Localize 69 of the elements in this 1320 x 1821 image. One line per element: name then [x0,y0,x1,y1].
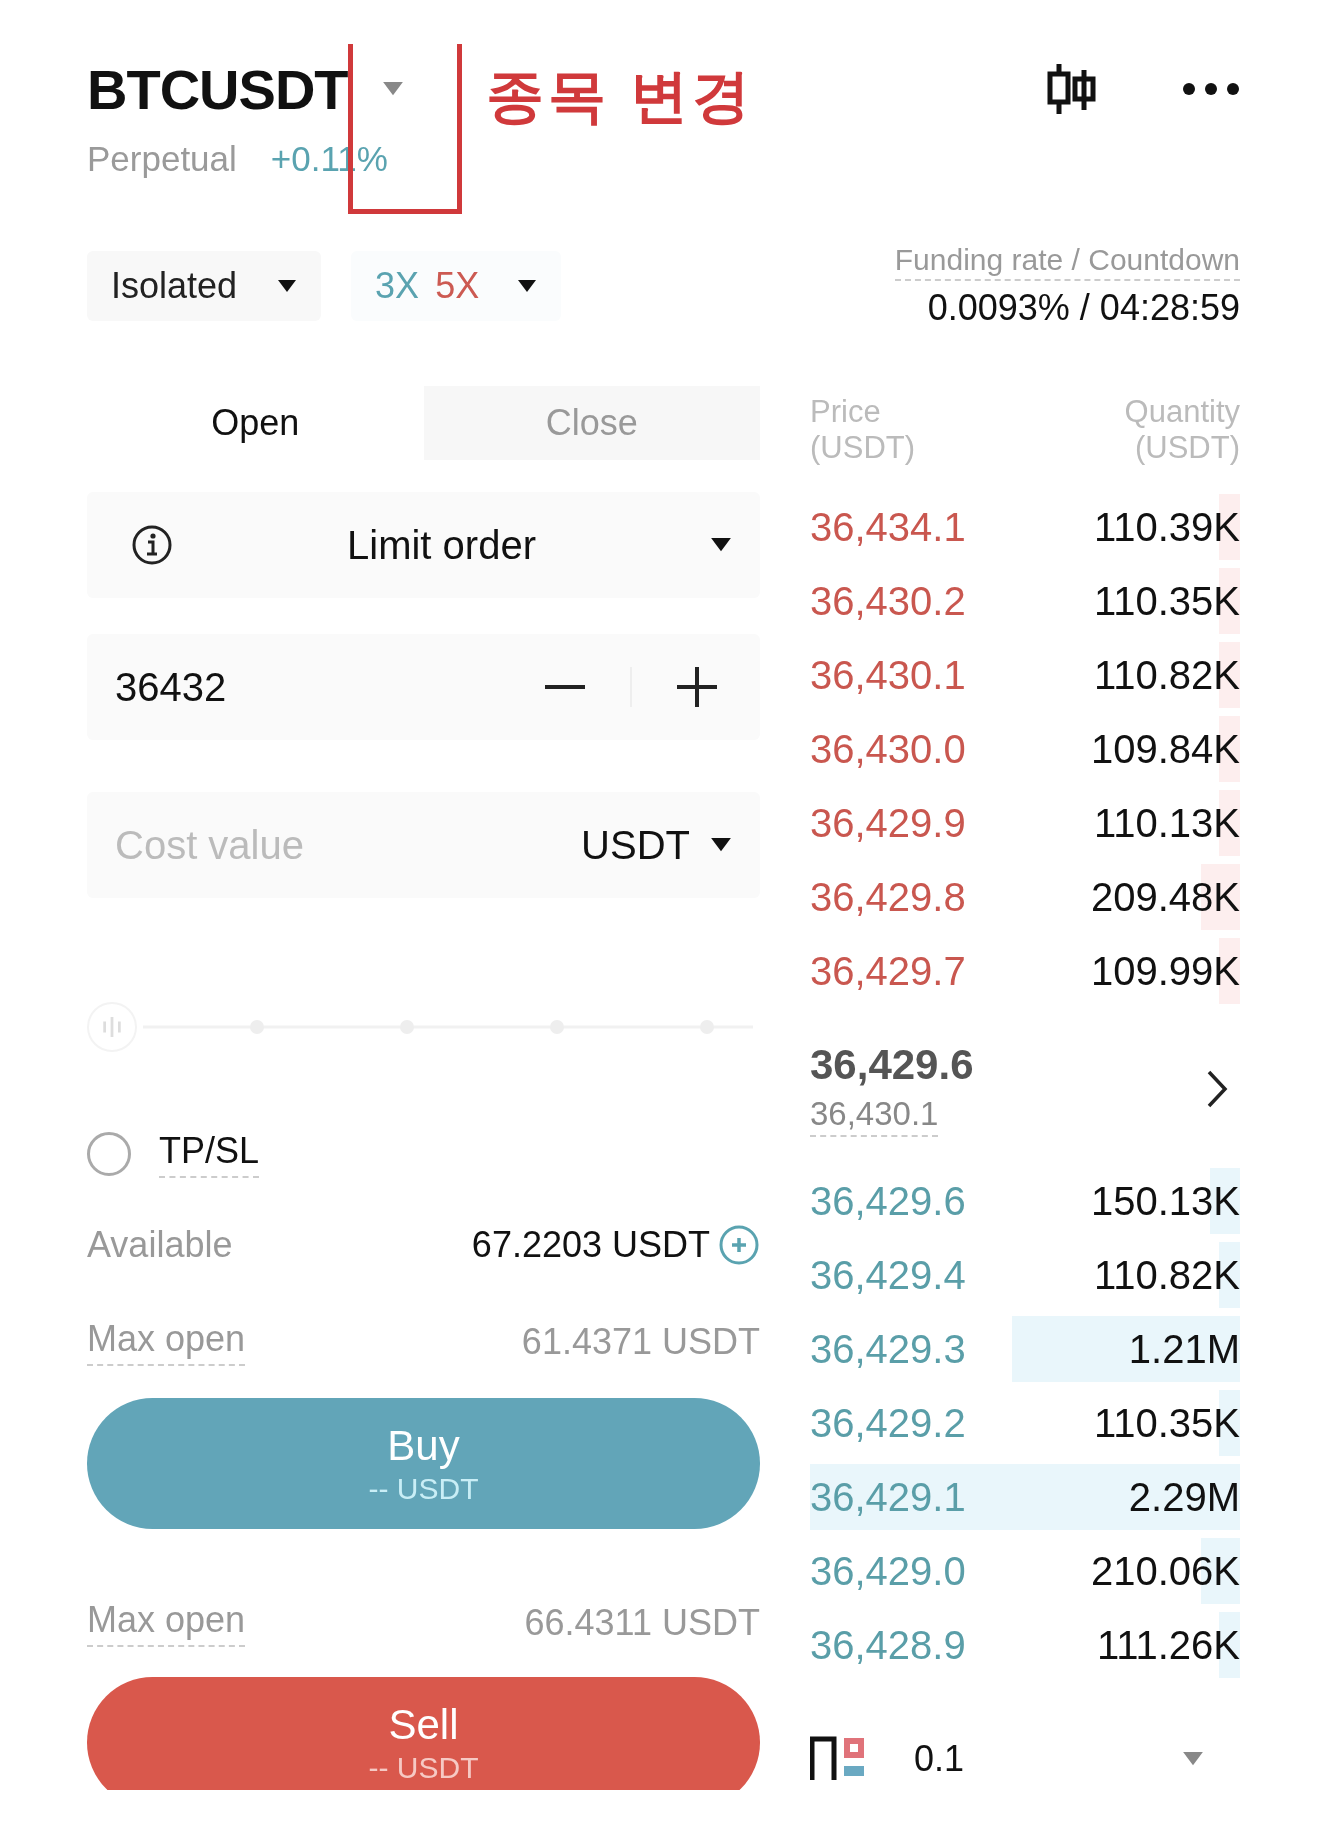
max-open-value: 61.4371 USDT [521,1321,760,1363]
leverage-value: 3X [375,265,420,307]
ask-price: 36,429.9 [810,800,966,846]
funding-label: Funding rate / Countdown [894,243,1240,281]
ask-quantity: 110.82K [1093,652,1240,698]
max-open-value: 66.4311 USDT [524,1602,760,1644]
ask-quantity: 110.39K [1093,504,1240,550]
ask-quantity: 110.35K [1093,578,1240,624]
ask-quantity: 109.99K [1090,948,1240,994]
caret-icon [277,279,298,293]
slider-thumb[interactable] [87,1002,137,1052]
info-icon[interactable] [131,524,173,566]
column-header: Price (USDT) [810,394,916,467]
ask-quantity: 110.13K [1093,800,1240,846]
bid-quantity: 111.26K [1096,1622,1240,1668]
bid-price: 36,429.3 [810,1326,966,1372]
bid-price: 36,429.2 [810,1400,966,1446]
last-price: 36,429.6 [810,1041,975,1089]
symbol-title: BTCUSDT [87,56,348,122]
ask-quantity: 209.48K [1090,874,1240,920]
plus-icon [677,667,717,707]
chevron-right-icon[interactable] [1206,1069,1228,1109]
leverage-dropdown[interactable]: 3X 5X [351,251,562,321]
column-header: Quantity (USDT) [1124,394,1240,467]
order-type-dropdown[interactable]: Limit order [87,492,760,598]
ask-price: 36,430.2 [810,578,966,624]
available-value: 67.2203 USDT [471,1224,710,1266]
bid-price: 36,428.9 [810,1622,966,1668]
available-label: Available [87,1224,234,1266]
max-open-label: Max open [87,1599,246,1647]
bid-quantity: 110.82K [1093,1252,1240,1298]
margin-mode-dropdown[interactable]: Isolated [87,251,322,321]
leverage-value: 5X [435,265,480,307]
ask-price: 36,430.0 [810,726,966,772]
bid-quantity: 2.29M [1128,1474,1240,1520]
caret-icon [710,837,732,853]
annotation-text: 종목 변경 [486,62,755,130]
max-open-label: Max open [87,1318,246,1366]
minus-icon [545,685,585,689]
caret-icon [517,279,538,293]
price-field[interactable]: 36432 [87,634,760,740]
add-circle-icon[interactable] [718,1224,760,1266]
contract-type: Perpetual [87,139,237,179]
unit-dropdown[interactable]: USDT [581,822,732,868]
funding-value: 0.0093% / 04:28:59 [927,287,1240,329]
ask-price: 36,429.7 [810,948,966,994]
ask-price: 36,434.1 [810,504,966,550]
bid-quantity: 1.21M [1128,1326,1240,1372]
ask-price: 36,430.1 [810,652,966,698]
caret-icon [1182,1751,1204,1767]
mark-price: 36,430.1 [810,1095,939,1137]
more-icon[interactable] [1182,82,1240,96]
depth-view-icon[interactable] [810,1736,866,1782]
caret-icon [710,537,732,553]
precision-dropdown[interactable]: 0.1 [914,1738,1240,1780]
caret-icon [381,81,404,97]
ask-quantity: 109.84K [1090,726,1240,772]
bid-price: 36,429.0 [810,1548,966,1594]
bid-price: 36,429.4 [810,1252,966,1298]
bid-price: 36,429.6 [810,1178,966,1224]
bid-quantity: 150.13K [1090,1178,1240,1224]
bid-quantity: 210.06K [1090,1548,1240,1594]
bid-price: 36,429.1 [810,1474,966,1520]
amount-field[interactable]: Cost value USDT [87,792,760,898]
tpsl-label: TP/SL [159,1130,260,1178]
tpsl-checkbox[interactable] [87,1132,131,1176]
ask-price: 36,429.8 [810,874,966,920]
sell-button[interactable]: Sell -- USDT [87,1677,760,1790]
bid-quantity: 110.35K [1093,1400,1240,1446]
